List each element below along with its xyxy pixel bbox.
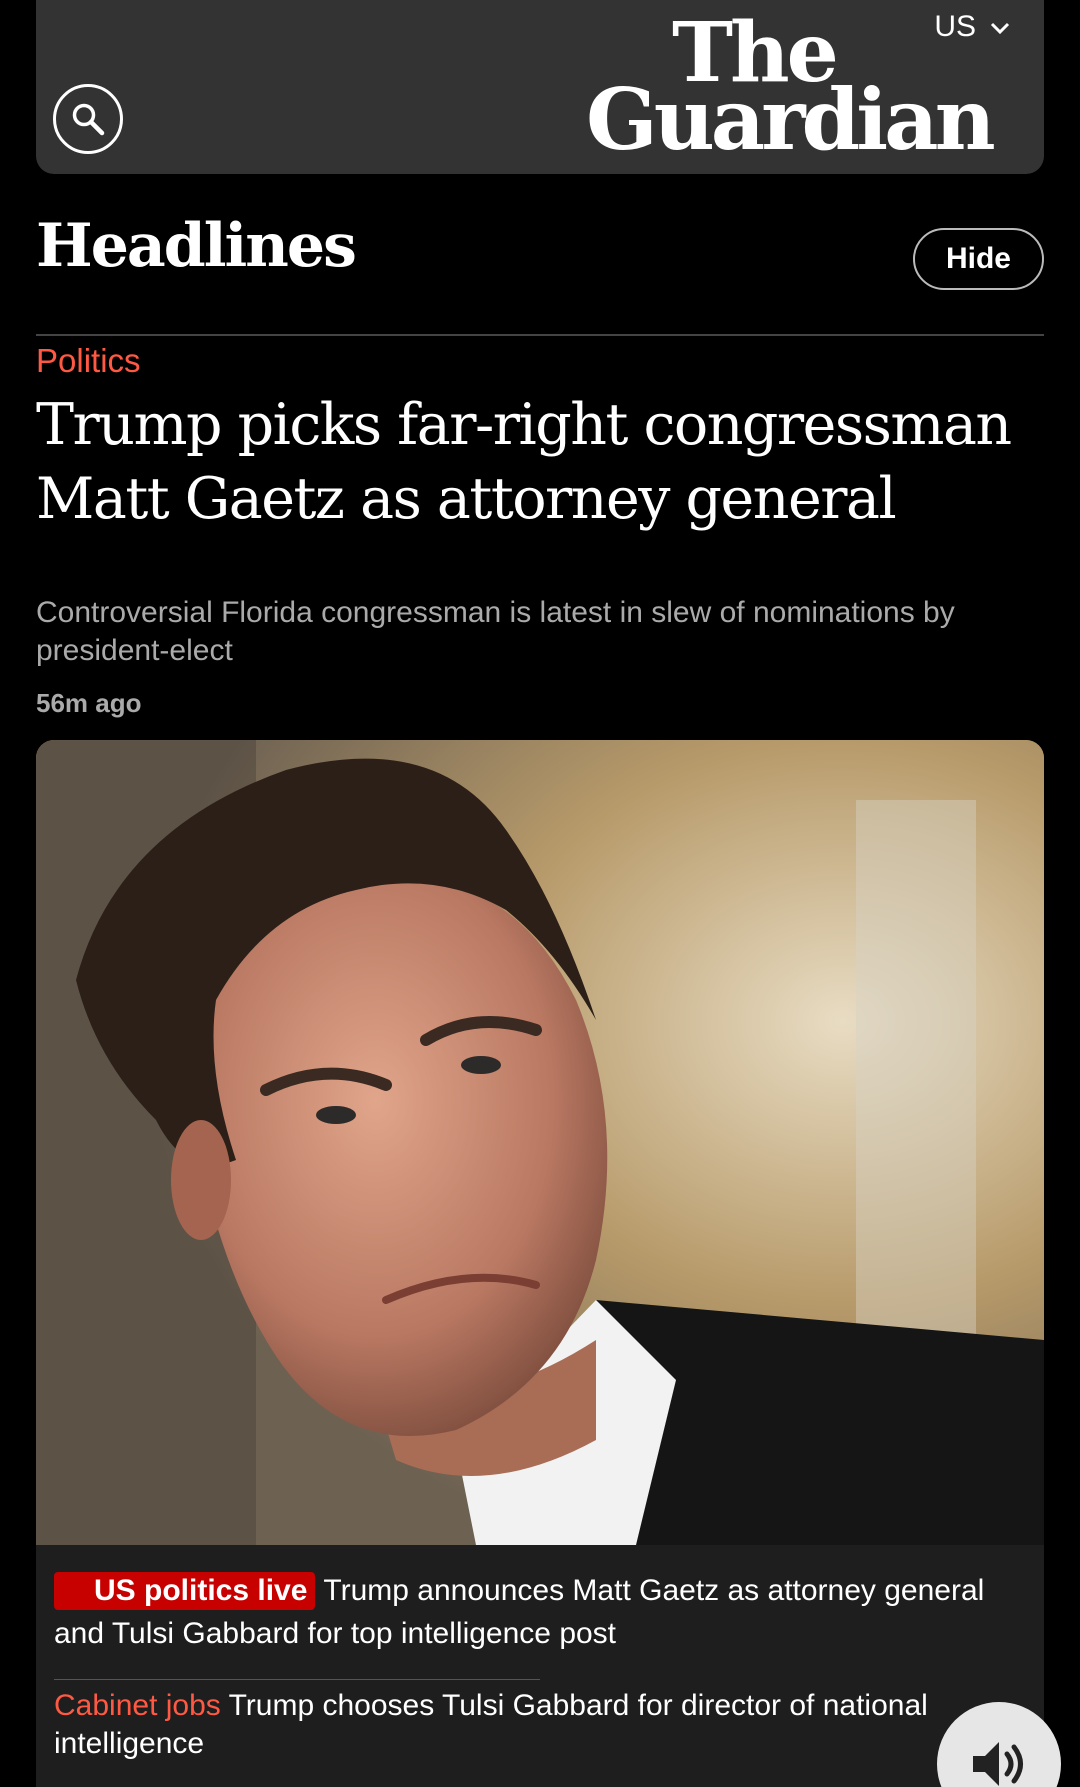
search-icon (72, 103, 105, 136)
lead-kicker[interactable]: Politics (36, 342, 141, 380)
live-badge: US politics live (54, 1572, 316, 1610)
edition-selector[interactable]: US (934, 10, 1010, 44)
section-divider (36, 334, 1044, 336)
lead-timestamp: 56m ago (36, 688, 142, 718)
edition-label: US (934, 10, 976, 43)
sublink-live[interactable]: US politics live Trump announces Matt Gae… (54, 1569, 1014, 1655)
page: The Guardian US Headlines Hide Politics … (0, 0, 1080, 1787)
logo-line-guardian: Guardian (586, 70, 996, 169)
sublinks-panel: US politics live Trump announces Matt Gae… (36, 1545, 1044, 1787)
photo-of-man-in-suit (36, 740, 1044, 1545)
masthead: The Guardian US (36, 0, 1044, 174)
hide-button[interactable]: Hide (913, 228, 1044, 290)
lead-headline[interactable]: Trump picks far-right congressman Matt G… (36, 388, 1044, 536)
sublink-divider (54, 1679, 540, 1680)
lead-image[interactable] (36, 740, 1044, 1545)
speaker-icon (973, 1742, 1023, 1786)
search-button[interactable] (53, 84, 123, 154)
chevron-down-icon (990, 22, 1010, 34)
sublink-cabinet-kicker: Cabinet jobs (54, 1689, 221, 1722)
lead-standfirst: Controversial Florida congressman is lat… (36, 596, 955, 667)
section-title: Headlines (36, 211, 357, 281)
live-badge-label: US politics live (94, 1574, 308, 1607)
sublink-cabinet[interactable]: Cabinet jobs Trump chooses Tulsi Gabbard… (54, 1687, 1014, 1763)
